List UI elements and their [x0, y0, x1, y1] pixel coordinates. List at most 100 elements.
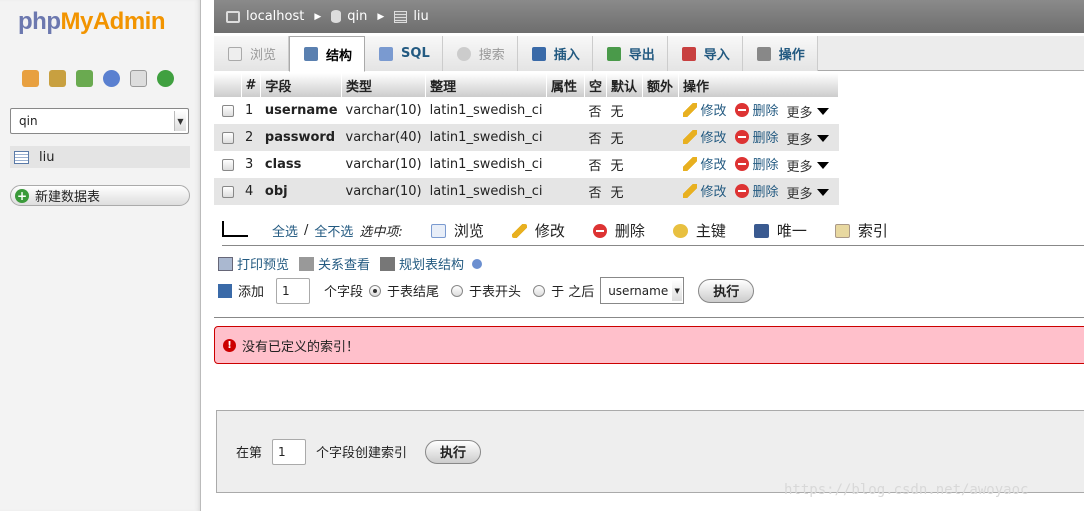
add-field-form: 添加 1 个字段 于表结尾 于表开头 于 之后 username ▼ 执行: [218, 277, 755, 304]
field-null: 否: [584, 151, 607, 178]
col-header-type[interactable]: 类型: [341, 73, 427, 97]
database-icon: [331, 10, 342, 23]
key-icon: [672, 223, 688, 238]
more-actions-dropdown[interactable]: 更多: [787, 156, 829, 175]
field-collation: latin1_swedish_ci: [425, 178, 547, 205]
query-window-icon[interactable]: [76, 70, 93, 87]
breadcrumb-server[interactable]: localhost: [226, 9, 304, 24]
tab-browse[interactable]: 浏览: [214, 36, 290, 71]
wrench-icon: [756, 46, 771, 61]
after-column-radio[interactable]: [533, 284, 546, 297]
tab-export[interactable]: 导出: [592, 36, 668, 71]
breadcrumb: localhost ▶ qin ▶ liu: [214, 0, 1084, 33]
col-header-extra[interactable]: 额外: [642, 73, 679, 97]
unique-button[interactable]: 唯一: [753, 220, 807, 241]
table-icon: [14, 150, 29, 164]
breadcrumb-database[interactable]: qin: [331, 9, 367, 24]
documentation-icon[interactable]: [103, 70, 120, 87]
field-null: 否: [584, 178, 607, 205]
check-all-link[interactable]: 全选: [272, 221, 298, 240]
after-column-select[interactable]: username ▼: [600, 277, 685, 304]
create-index-form: 在第 1 个字段创建索引 执行: [216, 410, 1084, 493]
add-field-go-button[interactable]: 执行: [698, 278, 755, 303]
edit-selected-button[interactable]: 修改: [511, 220, 565, 241]
delete-field-link[interactable]: 删除: [734, 154, 779, 173]
edit-field-link[interactable]: 修改: [682, 127, 727, 146]
search-icon: [456, 46, 471, 61]
database-select[interactable]: qin ▼: [10, 108, 189, 134]
at-end-radio[interactable]: [369, 284, 382, 297]
more-actions-dropdown[interactable]: 更多: [787, 102, 829, 121]
structure-links: 打印预览 关系查看 规划表结构: [218, 254, 483, 273]
delete-selected-button[interactable]: 删除: [592, 220, 645, 241]
row-number: 3: [241, 151, 261, 178]
tab-sql[interactable]: SQL: [365, 36, 443, 71]
index-icon: [834, 223, 850, 238]
col-header-field[interactable]: 字段: [260, 73, 343, 97]
sql-icon: [379, 46, 394, 61]
row-checkbox[interactable]: [221, 104, 234, 117]
delete-icon: [734, 102, 749, 117]
pencil-icon: [511, 223, 527, 238]
more-actions-dropdown[interactable]: 更多: [787, 129, 829, 148]
row-number: 4: [241, 178, 261, 205]
uncheck-all-link[interactable]: 全不选: [314, 221, 353, 240]
at-beginning-radio[interactable]: [451, 284, 464, 297]
row-checkbox[interactable]: [221, 158, 234, 171]
field-attributes: [546, 97, 585, 124]
chevron-right-icon: ▶: [314, 11, 322, 22]
triangle-down-icon: [816, 161, 829, 169]
relation-icon: [299, 256, 315, 271]
field-null: 否: [584, 97, 607, 124]
create-index-go-button[interactable]: 执行: [425, 439, 482, 464]
field-default: 无: [606, 151, 643, 178]
phpmyadmin-logo[interactable]: phpMyAdmin: [18, 8, 165, 36]
tab-structure[interactable]: 结构: [289, 36, 366, 72]
table-icon: [394, 10, 408, 23]
edit-field-link[interactable]: 修改: [682, 154, 727, 173]
delete-field-link[interactable]: 删除: [734, 181, 779, 200]
index-button[interactable]: 索引: [834, 220, 888, 241]
docs-page-icon[interactable]: [130, 70, 147, 87]
col-header-attributes[interactable]: 属性: [546, 73, 585, 97]
delete-field-link[interactable]: 删除: [734, 100, 779, 119]
tab-search[interactable]: 搜索: [442, 36, 518, 71]
col-header-default[interactable]: 默认: [606, 73, 643, 97]
field-collation: latin1_swedish_ci: [425, 97, 547, 124]
propose-table-icon: [380, 256, 396, 271]
field-count-input[interactable]: 1: [276, 277, 311, 304]
browse-selected-button[interactable]: 浏览: [430, 220, 484, 241]
col-header-collation[interactable]: 整理: [425, 73, 547, 97]
structure-table: # 字段 类型 整理 属性 空 默认 额外 操作 1 username varc…: [214, 73, 839, 205]
field-name: obj: [260, 178, 342, 205]
edit-field-link[interactable]: 修改: [682, 100, 727, 119]
print-view-link[interactable]: 打印预览: [218, 254, 289, 273]
col-header-action: 操作: [678, 73, 839, 97]
sidebar-item-table-liu[interactable]: liu: [10, 146, 190, 168]
reload-icon[interactable]: [157, 70, 174, 87]
breadcrumb-table[interactable]: liu: [394, 9, 429, 24]
home-icon[interactable]: [22, 70, 39, 87]
logout-icon[interactable]: [49, 70, 66, 87]
row-actions: 修改 删除 更多: [678, 178, 839, 205]
delete-field-link[interactable]: 删除: [734, 127, 779, 146]
tab-import[interactable]: 导入: [667, 36, 743, 71]
relation-view-link[interactable]: 关系查看: [299, 254, 370, 273]
edit-field-link[interactable]: 修改: [682, 181, 727, 200]
chevron-down-icon: ▼: [672, 280, 683, 301]
chevron-down-icon: ▼: [174, 111, 186, 131]
index-column-count-input[interactable]: 1: [272, 438, 307, 465]
more-actions-dropdown[interactable]: 更多: [787, 183, 829, 202]
help-icon[interactable]: [472, 258, 483, 269]
tab-operations[interactable]: 操作: [742, 36, 818, 71]
propose-structure-link[interactable]: 规划表结构: [380, 254, 483, 273]
tab-insert[interactable]: 插入: [517, 36, 593, 71]
primary-key-button[interactable]: 主键: [672, 220, 726, 241]
row-checkbox[interactable]: [221, 131, 234, 144]
create-table-button[interactable]: + 新建数据表: [10, 185, 190, 206]
structure-icon: [304, 47, 319, 61]
col-header-null[interactable]: 空: [584, 73, 608, 97]
field-type: varchar(10): [341, 97, 426, 124]
row-checkbox[interactable]: [221, 185, 234, 198]
field-type: varchar(10): [341, 151, 426, 178]
